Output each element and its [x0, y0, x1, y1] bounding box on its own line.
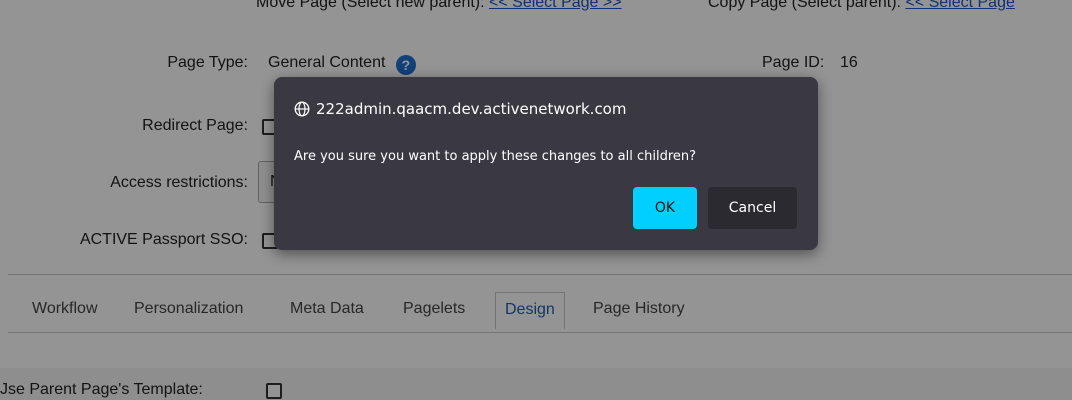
dialog-origin-row: 222admin.qaacm.dev.activenetwork.com	[294, 100, 626, 118]
dialog-message: Are you sure you want to apply these cha…	[294, 149, 697, 164]
globe-icon	[294, 101, 310, 117]
dialog-origin: 222admin.qaacm.dev.activenetwork.com	[316, 100, 627, 118]
ok-button[interactable]: OK	[633, 187, 697, 229]
confirm-dialog: 222admin.qaacm.dev.activenetwork.com Are…	[274, 77, 818, 250]
cancel-button[interactable]: Cancel	[708, 187, 797, 229]
